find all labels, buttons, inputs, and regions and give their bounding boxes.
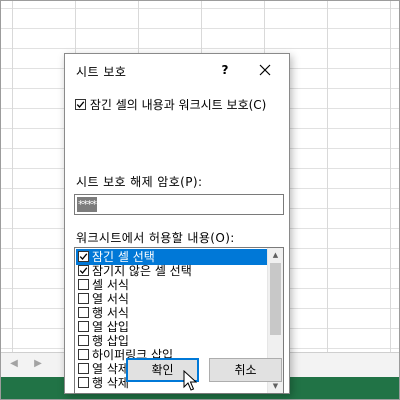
list-item-label: 행 삽입	[92, 334, 129, 348]
list-item-checkbox[interactable]	[78, 293, 89, 304]
close-button[interactable]	[252, 58, 278, 82]
protect-option-label: 잠긴 셀의 내용과 워크시트 보호(C)	[89, 98, 267, 112]
tab-scroll-right-icon[interactable]: ▶	[30, 356, 46, 372]
list-item-label: 열 삭제	[92, 362, 129, 376]
list-item-label: 잠기지 않은 셀 선택	[92, 264, 192, 278]
list-item-label: 잠긴 셀 선택	[92, 250, 155, 264]
list-item-label: 행 서식	[92, 306, 129, 320]
password-value: ****	[77, 197, 97, 212]
list-item-checkbox[interactable]	[78, 321, 89, 332]
password-input[interactable]: ****	[74, 194, 284, 215]
list-item-label: 열 서식	[92, 292, 129, 306]
check-icon	[79, 253, 88, 260]
list-item-checkbox[interactable]	[78, 335, 89, 346]
protect-option[interactable]: 잠긴 셀의 내용과 워크시트 보호(C)	[75, 96, 266, 113]
list-item-checkbox[interactable]	[78, 279, 89, 290]
protect-checkbox[interactable]	[75, 99, 86, 110]
list-item-checkbox[interactable]	[78, 363, 89, 374]
check-icon	[76, 101, 85, 108]
dialog-title: 시트 보호	[76, 65, 127, 79]
list-item-checkbox[interactable]	[78, 251, 89, 262]
list-item-checkbox[interactable]	[78, 377, 89, 388]
list-item-label: 셀 서식	[92, 278, 129, 292]
list-item-checkbox[interactable]	[78, 307, 89, 318]
help-button[interactable]: ?	[213, 58, 237, 82]
password-label: 시트 보호 해제 암호(P):	[76, 175, 203, 189]
protect-sheet-dialog: 시트 보호 ? 잠긴 셀의 내용과 워크시트 보호(C) 시트 보호 해제 암호…	[64, 53, 290, 394]
scroll-thumb[interactable]	[270, 263, 281, 335]
list-item-checkbox[interactable]	[78, 349, 89, 360]
ok-button[interactable]: 확인	[126, 358, 199, 382]
check-icon	[79, 267, 88, 274]
cancel-button[interactable]: 취소	[209, 358, 282, 382]
scroll-up-icon[interactable]: ▲	[268, 248, 283, 262]
tab-scroll-left-icon[interactable]: ◀	[6, 356, 22, 372]
list-item-label: 행 삭제	[92, 376, 129, 390]
allowed-actions-label: 워크시트에서 허용할 내용(O):	[76, 231, 235, 245]
list-item-checkbox[interactable]	[78, 265, 89, 276]
list-item-label: 열 삽입	[92, 320, 129, 334]
close-icon	[259, 64, 271, 76]
